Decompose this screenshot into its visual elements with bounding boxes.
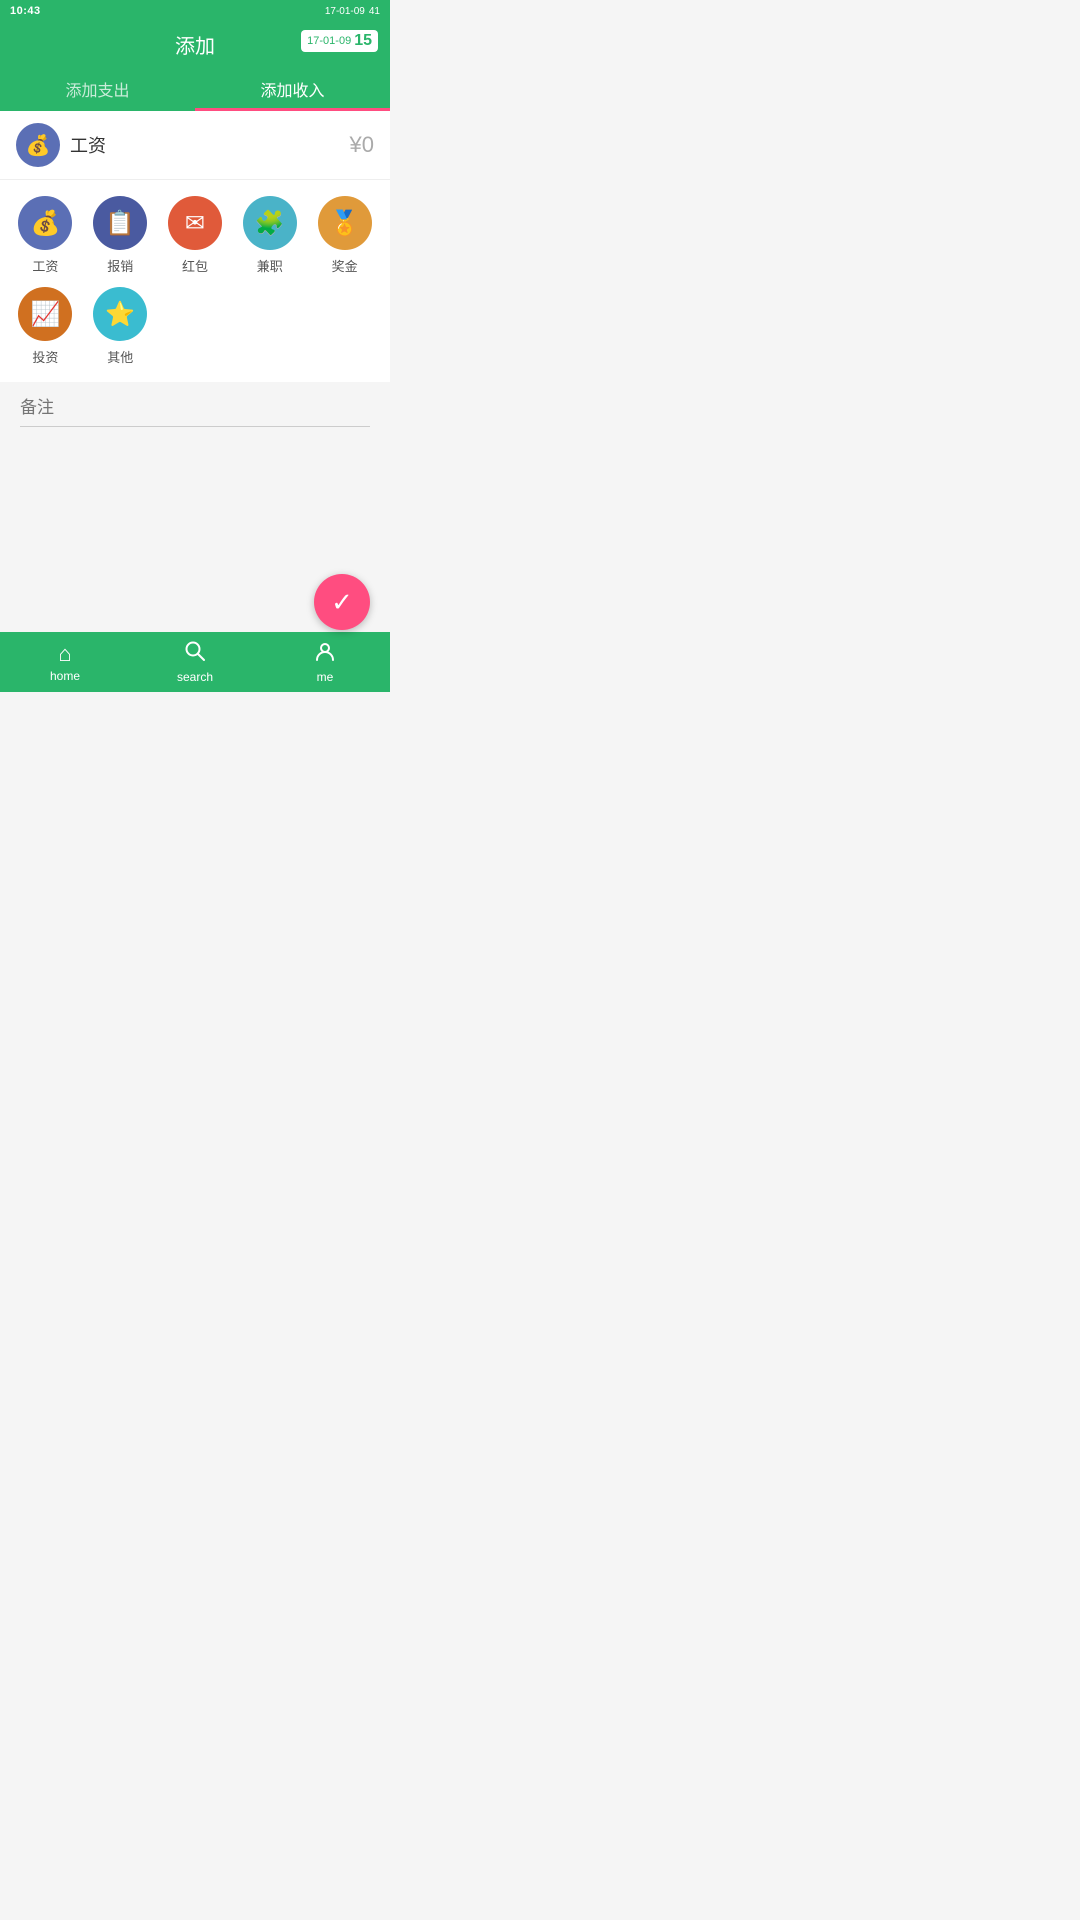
- status-bar: 10:43 17-01-09 41: [0, 0, 390, 22]
- home-icon: ⌂: [58, 641, 71, 667]
- me-label: me: [317, 670, 334, 684]
- header-date-num: 15: [354, 32, 372, 50]
- category-label-parttime: 兼职: [257, 256, 283, 275]
- tabs: 添加支出 添加收入: [0, 67, 390, 111]
- tab-expense[interactable]: 添加支出: [0, 67, 195, 111]
- category-icon-bonus: 🏅: [318, 196, 372, 250]
- category-label-reimbursement: 报销: [107, 256, 133, 275]
- header: 添加 17-01-09 15: [0, 22, 390, 67]
- category-icon-redpacket: ✉: [168, 196, 222, 250]
- category-label-bonus: 奖金: [332, 256, 358, 275]
- category-icon-parttime: 🧩: [243, 196, 297, 250]
- search-icon: [184, 640, 206, 668]
- confirm-fab[interactable]: ✓: [314, 574, 370, 630]
- selected-category-icon: 💰: [16, 123, 60, 167]
- tab-income[interactable]: 添加收入: [195, 67, 390, 111]
- category-icon-reimbursement: 📋: [93, 196, 147, 250]
- category-item-parttime[interactable]: 🧩 兼职: [234, 196, 305, 275]
- selected-category-label: 工资: [70, 132, 106, 158]
- category-icon-investment: 📈: [18, 287, 72, 341]
- category-item-salary[interactable]: 💰 工资: [10, 196, 81, 275]
- category-item-redpacket[interactable]: ✉ 红包: [160, 196, 231, 275]
- header-date-text: 17-01-09: [307, 35, 351, 47]
- category-icon-salary: 💰: [18, 196, 72, 250]
- category-item-bonus[interactable]: 🏅 奖金: [309, 196, 380, 275]
- nav-me[interactable]: me: [260, 632, 390, 692]
- home-label: home: [50, 669, 80, 683]
- category-label-redpacket: 红包: [182, 256, 208, 275]
- header-date: 17-01-09 15: [301, 30, 378, 52]
- nav-search[interactable]: search: [130, 632, 260, 692]
- selected-category-left: 💰 工资: [16, 123, 106, 167]
- status-date: 17-01-09: [325, 6, 365, 17]
- bottom-nav: ⌂ home search me: [0, 632, 390, 692]
- category-label-salary: 工资: [32, 256, 58, 275]
- category-icon-other: ⭐: [93, 287, 147, 341]
- status-right: 17-01-09 41: [325, 6, 380, 17]
- selected-category-row: 💰 工资 ¥0: [0, 111, 390, 180]
- category-label-other: 其他: [107, 347, 133, 366]
- search-label: search: [177, 670, 213, 684]
- amount-display: ¥0: [350, 132, 374, 158]
- category-item-other[interactable]: ⭐ 其他: [85, 287, 156, 366]
- category-label-investment: 投资: [32, 347, 58, 366]
- note-section: [0, 382, 390, 435]
- category-item-investment[interactable]: 📈 投资: [10, 287, 81, 366]
- check-icon: ✓: [331, 587, 353, 618]
- note-input[interactable]: [20, 398, 370, 427]
- status-battery: 41: [369, 6, 380, 17]
- category-grid: 💰 工资 📋 报销 ✉ 红包 🧩 兼职 🏅 奖金 📈 投资 ⭐ 其他: [0, 180, 390, 382]
- me-icon: [314, 640, 336, 668]
- status-time: 10:43: [10, 5, 41, 17]
- category-item-reimbursement[interactable]: 📋 报销: [85, 196, 156, 275]
- nav-home[interactable]: ⌂ home: [0, 632, 130, 692]
